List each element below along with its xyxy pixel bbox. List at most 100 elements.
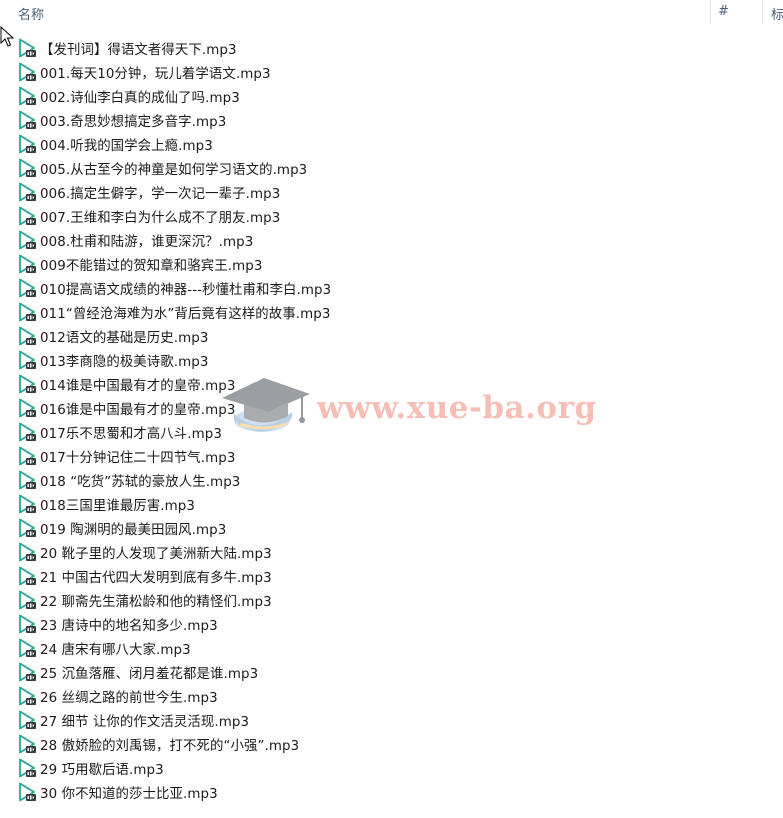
file-row[interactable]: 20 靴子里的人发现了美洲新大陆.mp3 (17, 540, 707, 564)
file-name: 019 陶渊明的最美田园风.mp3 (40, 523, 227, 538)
file-name: 014谁是中国最有才的皇帝.mp3 (40, 379, 236, 394)
file-row[interactable]: 017十分钟记住二十四节气.mp3 (17, 444, 707, 468)
audio-file-icon (19, 422, 36, 442)
file-row[interactable]: 26 丝绸之路的前世今生.mp3 (17, 684, 707, 708)
file-row[interactable]: 018三国里谁最厉害.mp3 (17, 492, 707, 516)
file-row[interactable]: 008.杜甫和陆游，谁更深沉？.mp3 (17, 228, 707, 252)
file-row[interactable]: 014谁是中国最有才的皇帝.mp3 (17, 372, 707, 396)
file-row[interactable]: 010提高语文成绩的神器---秒懂杜甫和李白.mp3 (17, 276, 707, 300)
audio-file-icon (19, 662, 36, 682)
file-name: 013李商隐的极美诗歌.mp3 (40, 355, 209, 370)
audio-file-icon (19, 62, 36, 82)
file-row[interactable]: 【发刊词】得语文者得天下.mp3 (17, 36, 707, 60)
file-row[interactable]: 001.每天10分钟，玩儿着学语文.mp3 (17, 60, 707, 84)
audio-file-icon (19, 710, 36, 730)
file-name: 30 你不知道的莎士比亚.mp3 (40, 787, 218, 802)
audio-file-icon (19, 542, 36, 562)
file-name: 016谁是中国最有才的皇帝.mp3 (40, 403, 236, 418)
column-header-title[interactable]: 标 (771, 4, 783, 23)
file-row[interactable]: 009不能错过的贺知章和骆宾王.mp3 (17, 252, 707, 276)
file-name: 012语文的基础是历史.mp3 (40, 331, 209, 346)
audio-file-icon (19, 734, 36, 754)
file-name: 【发刊词】得语文者得天下.mp3 (40, 43, 237, 58)
file-name: 28 傲娇脸的刘禹锡，打不死的“小强”.mp3 (40, 739, 300, 754)
audio-file-icon (19, 614, 36, 634)
file-name: 005.从古至今的神童是如何学习语文的.mp3 (40, 163, 308, 178)
file-row[interactable]: 21 中国古代四大发明到底有多牛.mp3 (17, 564, 707, 588)
audio-file-icon (19, 302, 36, 322)
file-name: 24 唐宋有哪八大家.mp3 (40, 643, 191, 658)
audio-file-icon (19, 638, 36, 658)
file-row[interactable]: 018 “吃货”苏轼的豪放人生.mp3 (17, 468, 707, 492)
audio-file-icon (19, 158, 36, 178)
file-name: 25 沉鱼落雁、闭月羞花都是谁.mp3 (40, 667, 259, 682)
column-header-number[interactable]: # (718, 4, 729, 19)
file-row[interactable]: 27 细节 让你的作文活灵活现.mp3 (17, 708, 707, 732)
file-list: 【发刊词】得语文者得天下.mp3 001.每天10分钟，玩儿着学语文.mp3 002… (17, 36, 707, 804)
audio-file-icon (19, 590, 36, 610)
audio-file-icon (19, 470, 36, 490)
file-row[interactable]: 28 傲娇脸的刘禹锡，打不死的“小强”.mp3 (17, 732, 707, 756)
audio-file-icon (19, 206, 36, 226)
file-row[interactable]: 002.诗仙李白真的成仙了吗.mp3 (17, 84, 707, 108)
mouse-pointer-icon (0, 26, 14, 47)
file-row[interactable]: 011“曾经沧海难为水”背后竟有这样的故事.mp3 (17, 300, 707, 324)
file-name: 22 聊斋先生蒲松龄和他的精怪们.mp3 (40, 595, 272, 610)
audio-file-icon (19, 518, 36, 538)
file-row[interactable]: 23 唐诗中的地名知多少.mp3 (17, 612, 707, 636)
file-row[interactable]: 016谁是中国最有才的皇帝.mp3 (17, 396, 707, 420)
column-header-name[interactable]: 名称 (18, 4, 44, 23)
column-divider[interactable] (710, 0, 711, 24)
audio-file-icon (19, 494, 36, 514)
file-name: 002.诗仙李白真的成仙了吗.mp3 (40, 91, 240, 106)
file-name: 007.王维和李白为什么成不了朋友.mp3 (40, 211, 281, 226)
file-name: 001.每天10分钟，玩儿着学语文.mp3 (40, 67, 271, 82)
file-row[interactable]: 003.奇思妙想搞定多音字.mp3 (17, 108, 707, 132)
file-name: 21 中国古代四大发明到底有多牛.mp3 (40, 571, 272, 586)
file-name: 018三国里谁最厉害.mp3 (40, 499, 196, 514)
audio-file-icon (19, 134, 36, 154)
file-name: 003.奇思妙想搞定多音字.mp3 (40, 115, 227, 130)
file-name: 27 细节 让你的作文活灵活现.mp3 (40, 715, 250, 730)
file-name: 008.杜甫和陆游，谁更深沉？.mp3 (40, 235, 254, 250)
file-name: 017乐不思蜀和才高八斗.mp3 (40, 427, 222, 442)
file-row[interactable]: 006.搞定生僻字，学一次记一辈子.mp3 (17, 180, 707, 204)
audio-file-icon (19, 686, 36, 706)
audio-file-icon (19, 38, 36, 58)
file-row[interactable]: 012语文的基础是历史.mp3 (17, 324, 707, 348)
file-row[interactable]: 007.王维和李白为什么成不了朋友.mp3 (17, 204, 707, 228)
column-header-bar: 名称 # 标 (0, 0, 783, 26)
file-row[interactable]: 004.听我的国学会上瘾.mp3 (17, 132, 707, 156)
file-row[interactable]: 22 聊斋先生蒲松龄和他的精怪们.mp3 (17, 588, 707, 612)
audio-file-icon (19, 278, 36, 298)
audio-file-icon (19, 446, 36, 466)
file-name: 004.听我的国学会上瘾.mp3 (40, 139, 213, 154)
file-name: 018 “吃货”苏轼的豪放人生.mp3 (40, 475, 241, 490)
audio-file-icon (19, 110, 36, 130)
file-row[interactable]: 017乐不思蜀和才高八斗.mp3 (17, 420, 707, 444)
file-row[interactable]: 24 唐宋有哪八大家.mp3 (17, 636, 707, 660)
file-row[interactable]: 25 沉鱼落雁、闭月羞花都是谁.mp3 (17, 660, 707, 684)
audio-file-icon (19, 758, 36, 778)
audio-file-icon (19, 230, 36, 250)
audio-file-icon (19, 86, 36, 106)
file-row[interactable]: 30 你不知道的莎士比亚.mp3 (17, 780, 707, 804)
file-row[interactable]: 005.从古至今的神童是如何学习语文的.mp3 (17, 156, 707, 180)
audio-file-icon (19, 374, 36, 394)
audio-file-icon (19, 182, 36, 202)
file-name: 006.搞定生僻字，学一次记一辈子.mp3 (40, 187, 281, 202)
column-divider[interactable] (762, 0, 763, 24)
file-name: 29 巧用歇后语.mp3 (40, 763, 164, 778)
audio-file-icon (19, 566, 36, 586)
file-row[interactable]: 29 巧用歇后语.mp3 (17, 756, 707, 780)
file-name: 009不能错过的贺知章和骆宾王.mp3 (40, 259, 263, 274)
file-name: 20 靴子里的人发现了美洲新大陆.mp3 (40, 547, 272, 562)
file-explorer-window: 名称 # 标 【发刊词】得语文者得天下.mp3 001.每天10分钟，玩儿着学语文… (0, 0, 783, 818)
audio-file-icon (19, 782, 36, 802)
file-row[interactable]: 013李商隐的极美诗歌.mp3 (17, 348, 707, 372)
audio-file-icon (19, 254, 36, 274)
file-row[interactable]: 019 陶渊明的最美田园风.mp3 (17, 516, 707, 540)
audio-file-icon (19, 326, 36, 346)
file-name: 017十分钟记住二十四节气.mp3 (40, 451, 236, 466)
file-name: 23 唐诗中的地名知多少.mp3 (40, 619, 218, 634)
